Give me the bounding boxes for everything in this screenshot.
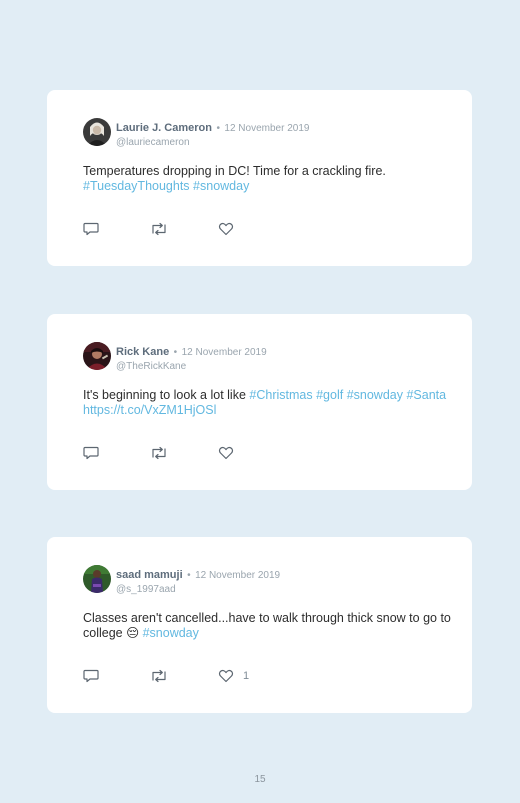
- tweet-actions: [83, 445, 283, 461]
- reply-icon: [83, 669, 99, 683]
- author-handle[interactable]: @TheRickKane: [116, 361, 267, 372]
- separator-dot: •: [187, 570, 191, 581]
- heart-icon: [218, 669, 234, 683]
- like-button[interactable]: 1: [218, 668, 249, 684]
- retweet-icon: [150, 446, 168, 460]
- reply-button[interactable]: [83, 668, 99, 684]
- tweet-date[interactable]: 12 November 2019: [195, 570, 280, 581]
- author-meta: saad mamuji • 12 November 2019 @s_1997aa…: [116, 565, 280, 595]
- tweet-text-run: It's beginning to look a lot like: [83, 388, 250, 402]
- author-meta: Laurie J. Cameron • 12 November 2019 @la…: [116, 118, 309, 148]
- tweet-date[interactable]: 12 November 2019: [182, 347, 267, 358]
- tweet-date[interactable]: 12 November 2019: [224, 123, 309, 134]
- separator-dot: •: [173, 347, 178, 358]
- avatar[interactable]: [83, 342, 111, 370]
- tweet-text-run: Temperatures dropping in DC! Time for a …: [83, 164, 386, 178]
- page-number: 15: [254, 774, 266, 785]
- retweet-button[interactable]: [150, 445, 168, 461]
- author-name[interactable]: Laurie J. Cameron: [116, 122, 212, 134]
- tweet-text: It's beginning to look a lot like #Chris…: [83, 388, 453, 418]
- hashtag-link[interactable]: #TuesdayThoughts: [83, 179, 190, 193]
- like-button[interactable]: [218, 221, 243, 237]
- like-count: 1: [243, 670, 250, 682]
- tweet-actions: 1: [83, 668, 283, 684]
- hashtag-link[interactable]: #snowday: [193, 179, 249, 193]
- author-name[interactable]: saad mamuji: [116, 569, 183, 581]
- tweet-card: saad mamuji • 12 November 2019 @s_1997aa…: [47, 537, 472, 713]
- tweet-card: Rick Kane • 12 November 2019 @TheRickKan…: [47, 314, 472, 490]
- retweet-button[interactable]: [150, 221, 168, 237]
- avatar[interactable]: [83, 565, 111, 593]
- tweet-text-run: Classes aren't cancelled...have to walk …: [83, 611, 451, 640]
- like-button[interactable]: [218, 445, 243, 461]
- author-name[interactable]: Rick Kane: [116, 346, 169, 358]
- reply-button[interactable]: [83, 445, 99, 461]
- tweet-card: Laurie J. Cameron • 12 November 2019 @la…: [47, 90, 472, 266]
- hashtag-link[interactable]: #golf: [316, 388, 343, 402]
- separator-dot: •: [216, 123, 220, 134]
- retweet-button[interactable]: [150, 668, 168, 684]
- hashtag-link[interactable]: #snowday: [347, 388, 403, 402]
- author-meta: Rick Kane • 12 November 2019 @TheRickKan…: [116, 342, 267, 372]
- hashtag-link[interactable]: #Christmas: [249, 388, 312, 402]
- avatar[interactable]: [83, 118, 111, 146]
- hashtag-link[interactable]: #snowday: [143, 626, 199, 640]
- heart-icon: [218, 222, 234, 236]
- hashtag-link[interactable]: #Santa: [406, 388, 446, 402]
- author-handle[interactable]: @lauriecameron: [116, 137, 309, 148]
- retweet-icon: [150, 669, 168, 683]
- reply-icon: [83, 446, 99, 460]
- reply-icon: [83, 222, 99, 236]
- reply-button[interactable]: [83, 221, 99, 237]
- tweet-text: Classes aren't cancelled...have to walk …: [83, 611, 453, 641]
- url-link[interactable]: https://t.co/VxZM1HjOSl: [83, 403, 216, 417]
- tweet-actions: [83, 221, 283, 237]
- tweet-text: Temperatures dropping in DC! Time for a …: [83, 164, 453, 194]
- retweet-icon: [150, 222, 168, 236]
- heart-icon: [218, 446, 234, 460]
- author-handle[interactable]: @s_1997aad: [116, 584, 280, 595]
